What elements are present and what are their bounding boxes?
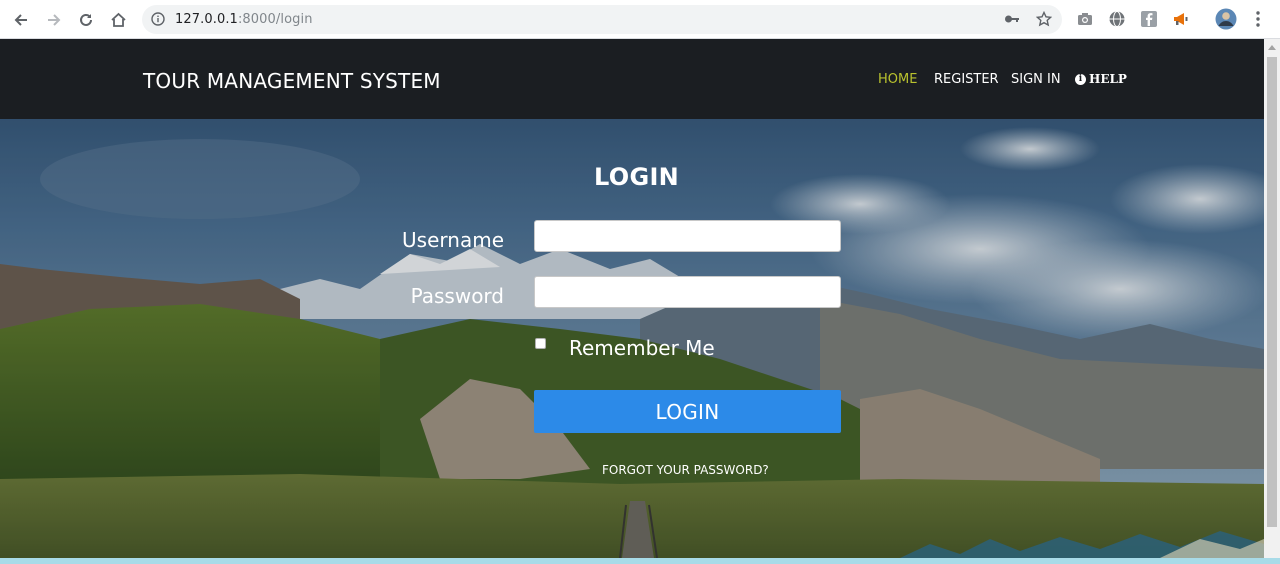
info-icon[interactable]: [151, 12, 165, 26]
star-icon[interactable]: [1035, 10, 1053, 32]
nav-help-link[interactable]: i HELP: [1075, 72, 1127, 86]
globe-icon[interactable]: [1107, 9, 1127, 29]
url-host: 127.0.0.1: [175, 12, 238, 27]
url-text[interactable]: 127.0.0.1:8000/login: [175, 12, 313, 27]
home-icon[interactable]: [106, 8, 130, 32]
nav-home-link[interactable]: HOME: [878, 72, 917, 87]
nav-help-label: HELP: [1089, 72, 1127, 86]
remember-me-checkbox[interactable]: [535, 338, 546, 349]
avatar-icon[interactable]: [1215, 8, 1237, 30]
address-bar[interactable]: 127.0.0.1:8000/login: [142, 5, 1062, 34]
page-bottom-strip: [0, 558, 1280, 564]
arrow-left-icon[interactable]: [9, 8, 33, 32]
kebab-menu-icon[interactable]: [1250, 9, 1266, 29]
password-input[interactable]: [534, 276, 841, 308]
username-label: Username: [402, 228, 504, 252]
password-label: Password: [410, 284, 504, 308]
info-circle-icon: i: [1075, 73, 1086, 85]
nav-register-link[interactable]: REGISTER: [934, 72, 999, 87]
arrow-right-icon[interactable]: [42, 8, 66, 32]
forgot-password-link[interactable]: FORGOT YOUR PASSWORD?: [602, 463, 769, 477]
page-viewport: TOUR MANAGEMENT SYSTEM HOME REGISTER SIG…: [0, 39, 1264, 558]
scroll-up-arrow-icon[interactable]: [1268, 45, 1276, 50]
browser-toolbar: 127.0.0.1:8000/login: [0, 0, 1280, 39]
key-icon[interactable]: [1004, 12, 1020, 31]
username-input[interactable]: [534, 220, 841, 252]
scrollbar-thumb[interactable]: [1267, 57, 1277, 527]
megaphone-icon[interactable]: [1171, 9, 1191, 29]
facebook-icon[interactable]: [1139, 9, 1159, 29]
site-brand[interactable]: TOUR MANAGEMENT SYSTEM: [143, 69, 441, 93]
url-path: :8000/login: [237, 12, 313, 27]
login-title: LOGIN: [594, 163, 680, 191]
page-scrollbar[interactable]: [1264, 39, 1280, 558]
site-navbar: TOUR MANAGEMENT SYSTEM HOME REGISTER SIG…: [0, 39, 1264, 119]
remember-me-label[interactable]: Remember Me: [569, 336, 715, 360]
camera-icon[interactable]: [1075, 9, 1095, 29]
nav-sign-in-link[interactable]: SIGN IN: [1011, 72, 1061, 87]
reload-icon[interactable]: [74, 8, 98, 32]
login-button[interactable]: LOGIN: [534, 390, 841, 433]
